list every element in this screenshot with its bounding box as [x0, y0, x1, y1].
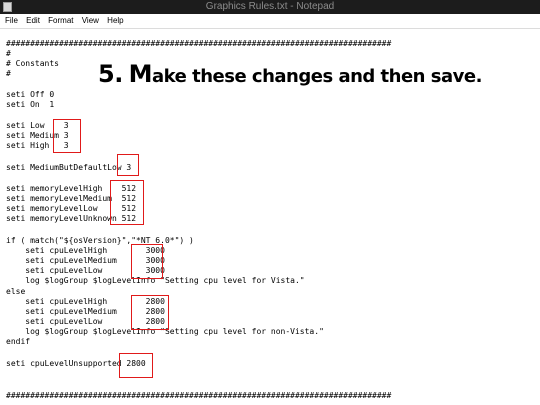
- menu-view[interactable]: View: [82, 14, 99, 28]
- instruction-banner: 5. Make these changes and then save.: [98, 60, 482, 88]
- title-bar: Graphics Rules.txt - Notepad: [0, 0, 540, 14]
- menu-edit[interactable]: Edit: [26, 14, 40, 28]
- code-line: seti On 1: [6, 100, 55, 109]
- window-title: Graphics Rules.txt - Notepad: [205, 1, 335, 12]
- code-line: #: [6, 69, 11, 78]
- code-line: endif: [6, 337, 31, 346]
- code-line: if ( match("${osVersion}","*NT 6.0*") ): [6, 236, 194, 245]
- code-line: seti Off 0: [6, 90, 55, 99]
- code-line: seti MediumButDefaultLow 3: [6, 163, 132, 172]
- instruction-text: ake these changes and then save.: [152, 66, 482, 87]
- code-line: #: [6, 49, 11, 58]
- code-line: ########################################…: [6, 391, 392, 400]
- highlight-box-cpu-vista: [131, 244, 163, 279]
- menu-bar: File Edit Format View Help: [0, 14, 540, 29]
- step-number: 5.: [98, 60, 123, 88]
- highlight-box-cpu-nonvista: [131, 295, 169, 330]
- menu-format[interactable]: Format: [48, 14, 73, 28]
- menu-help[interactable]: Help: [107, 14, 123, 28]
- code-line: else: [6, 287, 26, 296]
- highlight-box-mediumbutdefaultlow: [117, 154, 139, 176]
- highlight-box-cpu-unsupported: [119, 353, 153, 378]
- code-line: ########################################…: [6, 39, 392, 48]
- code-line: # Constants: [6, 59, 59, 68]
- highlight-box-memory: [110, 180, 144, 225]
- instruction-initial: M: [128, 60, 153, 88]
- highlight-box-levels: [53, 119, 81, 153]
- menu-file[interactable]: File: [5, 14, 18, 28]
